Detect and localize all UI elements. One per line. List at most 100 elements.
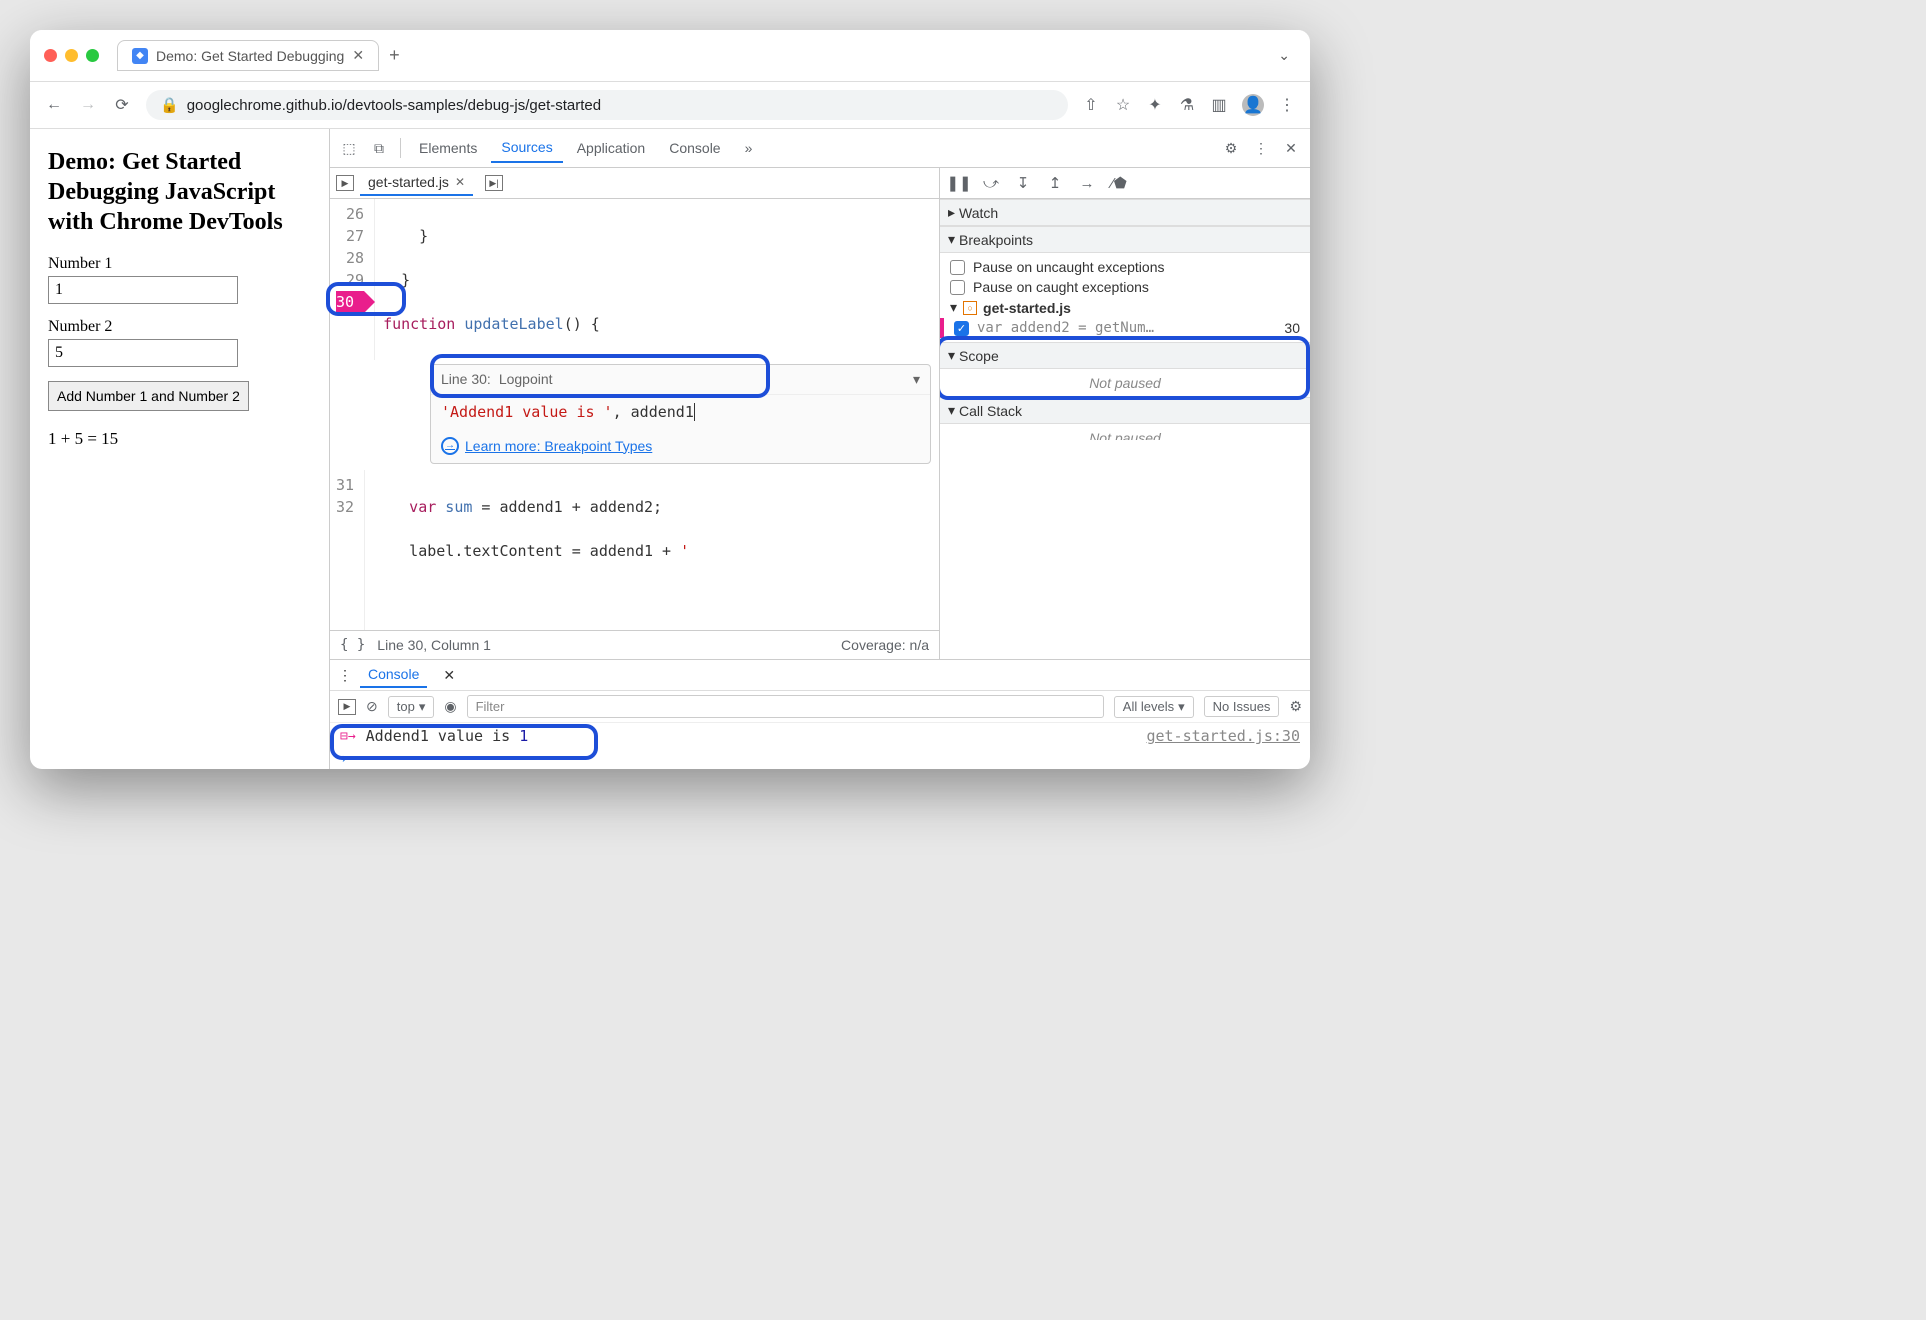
- navigator-toggle-icon[interactable]: ▶: [336, 175, 354, 191]
- clear-console-icon[interactable]: ⊘: [366, 698, 378, 715]
- add-button[interactable]: Add Number 1 and Number 2: [48, 381, 249, 411]
- line-31[interactable]: 31: [336, 474, 354, 496]
- checkbox-unchecked-icon[interactable]: [950, 260, 965, 275]
- coverage-status: Coverage: n/a: [841, 637, 929, 653]
- pause-icon[interactable]: ❚❚: [948, 172, 970, 194]
- close-drawer-icon[interactable]: ✕: [443, 667, 455, 684]
- line-28[interactable]: 28: [336, 247, 364, 269]
- step-out-icon[interactable]: ↥: [1044, 172, 1066, 194]
- bookmark-icon[interactable]: ☆: [1114, 96, 1132, 114]
- line-29[interactable]: 29: [336, 269, 364, 291]
- breakpoint-file-row[interactable]: ▾ ○ get-started.js: [950, 297, 1300, 318]
- pretty-print-icon[interactable]: { }: [340, 637, 365, 653]
- editor-status-bar: { } Line 30, Column 1 Coverage: n/a: [330, 630, 939, 659]
- close-file-icon[interactable]: ✕: [455, 175, 465, 189]
- browser-tab[interactable]: ◆ Demo: Get Started Debugging ✕: [117, 40, 379, 71]
- kebab-menu-icon[interactable]: ⋮: [1248, 135, 1274, 161]
- close-tab-icon[interactable]: ✕: [352, 47, 364, 64]
- code-lines-2[interactable]: var sum = addend1 + addend2; label.textC…: [365, 470, 939, 631]
- console-filter-input[interactable]: Filter: [467, 695, 1104, 718]
- logpoint-expression-input[interactable]: 'Addend1 value is ', addend1: [431, 395, 930, 429]
- callstack-pane-header[interactable]: ▾ Call Stack: [940, 397, 1310, 424]
- code-lines[interactable]: } } function updateLabel() { var addend1…: [375, 199, 939, 360]
- line-gutter[interactable]: 26 27 28 29 30: [330, 199, 375, 360]
- tab-console[interactable]: Console: [659, 134, 730, 162]
- checkbox-checked-icon[interactable]: ✓: [954, 321, 969, 336]
- learn-more-link[interactable]: → Learn more: Breakpoint Types: [431, 429, 930, 463]
- execution-context-selector[interactable]: top ▾: [388, 696, 435, 718]
- live-expression-icon[interactable]: ◉: [444, 698, 456, 715]
- share-icon[interactable]: ⇧: [1082, 96, 1100, 114]
- more-files-icon[interactable]: ▶|: [485, 175, 503, 191]
- logpoint-dropdown-icon[interactable]: ▾: [913, 371, 920, 388]
- maximize-window-icon[interactable]: [86, 49, 99, 62]
- result-text: 1 + 5 = 15: [48, 429, 311, 449]
- profile-avatar[interactable]: 👤: [1242, 94, 1264, 116]
- pause-caught-row[interactable]: Pause on caught exceptions: [950, 277, 1300, 297]
- scope-pane-header[interactable]: ▾ Scope: [940, 342, 1310, 369]
- breakpoints-pane-header[interactable]: ▾ Breakpoints: [940, 226, 1310, 253]
- line-30-breakpoint[interactable]: 30: [336, 291, 364, 313]
- console-drawer-tab[interactable]: Console: [360, 662, 427, 688]
- console-prompt[interactable]: ›: [330, 749, 1310, 769]
- console-settings-icon[interactable]: ⚙: [1289, 698, 1302, 715]
- breakpoints-pane-body: Pause on uncaught exceptions Pause on ca…: [940, 253, 1310, 342]
- scope-not-paused: Not paused: [940, 369, 1310, 397]
- minimize-window-icon[interactable]: [65, 49, 78, 62]
- file-tab-get-started[interactable]: get-started.js ✕: [360, 170, 473, 196]
- device-toolbar-icon[interactable]: ⧉: [366, 135, 392, 161]
- code-area-continued[interactable]: 31 32 var sum = addend1 + addend2; label…: [330, 470, 939, 631]
- line-27[interactable]: 27: [336, 225, 364, 247]
- close-devtools-icon[interactable]: ✕: [1278, 135, 1304, 161]
- learn-more-text: Learn more: Breakpoint Types: [465, 438, 652, 454]
- url-field[interactable]: 🔒 googlechrome.github.io/devtools-sample…: [146, 90, 1068, 120]
- new-tab-button[interactable]: +: [389, 45, 400, 66]
- settings-icon[interactable]: ⚙: [1218, 135, 1244, 161]
- labs-icon[interactable]: ⚗: [1178, 96, 1196, 114]
- line-gutter-2[interactable]: 31 32: [330, 470, 365, 631]
- inspect-icon[interactable]: ⬚: [336, 135, 362, 161]
- console-sidebar-toggle-icon[interactable]: ▶: [338, 699, 356, 715]
- step-over-icon[interactable]: ⤻: [980, 172, 1002, 194]
- label-number-1: Number 1: [48, 255, 311, 273]
- logpoint-expr-rest: , addend1: [613, 403, 694, 421]
- step-icon[interactable]: →: [1076, 172, 1098, 194]
- step-into-icon[interactable]: ↧: [1012, 172, 1034, 194]
- checkbox-unchecked-icon[interactable]: [950, 280, 965, 295]
- deactivate-breakpoints-icon[interactable]: ⁄⬟: [1108, 172, 1130, 194]
- breakpoint-item[interactable]: ✓ var addend2 = getNum… 30: [940, 318, 1300, 338]
- line-32[interactable]: 32: [336, 496, 354, 518]
- reload-button[interactable]: ⟳: [112, 95, 132, 115]
- console-log-entry: ⊟→ Addend1 value is 1 get-started.js:30: [330, 723, 1310, 749]
- menu-icon[interactable]: ⋮: [1278, 96, 1296, 114]
- console-drawer-menu-icon[interactable]: ⋮: [338, 667, 352, 684]
- tabs-dropdown-icon[interactable]: ⌄: [1278, 47, 1290, 64]
- page-heading: Demo: Get Started Debugging JavaScript w…: [48, 147, 311, 237]
- watch-pane-header[interactable]: ▸ Watch: [940, 199, 1310, 226]
- line-26[interactable]: 26: [336, 203, 364, 225]
- console-log-source-link[interactable]: get-started.js:30: [1146, 727, 1300, 745]
- breakpoint-file-name: get-started.js: [983, 300, 1071, 316]
- close-window-icon[interactable]: [44, 49, 57, 62]
- devtools: ⬚ ⧉ Elements Sources Application Console…: [330, 129, 1310, 769]
- back-button[interactable]: ←: [44, 95, 64, 115]
- pause-uncaught-label: Pause on uncaught exceptions: [973, 259, 1164, 275]
- tab-application[interactable]: Application: [567, 134, 656, 162]
- forward-button[interactable]: →: [78, 95, 98, 115]
- pause-uncaught-row[interactable]: Pause on uncaught exceptions: [950, 257, 1300, 277]
- more-tabs-icon[interactable]: »: [735, 134, 763, 162]
- code-area[interactable]: 26 27 28 29 30 } } function updateLabel(…: [330, 199, 939, 360]
- tab-sources[interactable]: Sources: [491, 133, 562, 163]
- extensions-icon[interactable]: ✦: [1146, 96, 1164, 114]
- logpoint-type[interactable]: Logpoint: [499, 371, 553, 387]
- issues-button[interactable]: No Issues: [1204, 696, 1280, 717]
- logpoint-editor: Line 30: Logpoint ▾ 'Addend1 value is ',…: [430, 364, 931, 464]
- tab-elements[interactable]: Elements: [409, 134, 487, 162]
- log-levels-selector[interactable]: All levels ▾: [1114, 696, 1194, 718]
- pause-caught-label: Pause on caught exceptions: [973, 279, 1149, 295]
- console-drawer: ⋮ Console ✕ ▶ ⊘ top ▾ ◉ Filter All level…: [330, 659, 1310, 769]
- input-number-2[interactable]: [48, 339, 238, 367]
- input-number-1[interactable]: [48, 276, 238, 304]
- reading-list-icon[interactable]: ▥: [1210, 96, 1228, 114]
- code-editor-pane: ▶ get-started.js ✕ ▶| 26 27 28: [330, 168, 940, 659]
